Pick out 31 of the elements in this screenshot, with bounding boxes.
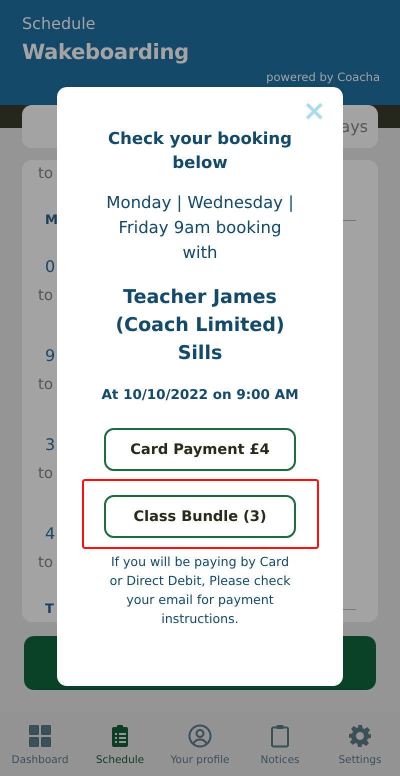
- page-section: Schedule: [22, 14, 378, 34]
- powered-by-text: powered by Coacha: [266, 70, 380, 84]
- nav-tab[interactable]: Settings: [320, 724, 400, 776]
- dialog-title: Check your booking below: [107, 128, 293, 174]
- nav-tab[interactable]: Dashboard: [0, 724, 80, 776]
- to-text: to: [38, 286, 54, 304]
- to-text: to: [38, 375, 54, 393]
- booking-date: At 10/10/2022 on 9:00 AM: [101, 386, 299, 405]
- day-heading: T: [44, 602, 54, 616]
- payment-note: If you will be paying by Card or Direct Debit, Please check your email for payment instructions.: [108, 553, 292, 628]
- booking-schedule: Monday | Wednesday | Friday 9am booking with: [105, 192, 295, 264]
- payment-button[interactable]: Card Payment £4: [104, 428, 296, 471]
- day-heading: M: [44, 212, 58, 228]
- user-icon: [188, 724, 212, 748]
- time-text: 4: [44, 524, 56, 542]
- nav-tab[interactable]: Notices: [240, 724, 320, 776]
- to-text: to: [38, 464, 54, 482]
- to-text: to: [38, 164, 54, 182]
- grid-icon: [28, 724, 52, 748]
- settings-icon: [348, 724, 372, 748]
- nav-tab[interactable]: Schedule: [80, 724, 160, 776]
- time-text: 0: [44, 256, 56, 276]
- to-text: to: [38, 553, 54, 571]
- teacher-name: Teacher James (Coach Limited) Sills: [114, 285, 286, 366]
- clipboard-icon: [268, 724, 292, 748]
- nav-tab[interactable]: Your profile: [160, 724, 240, 776]
- time-text: 9: [44, 346, 56, 364]
- page-title: Wakeboarding: [22, 39, 190, 66]
- time-text: 3: [44, 434, 56, 454]
- payment-button[interactable]: Class Bundle (3): [104, 495, 296, 538]
- close-button[interactable]: ×: [302, 97, 326, 125]
